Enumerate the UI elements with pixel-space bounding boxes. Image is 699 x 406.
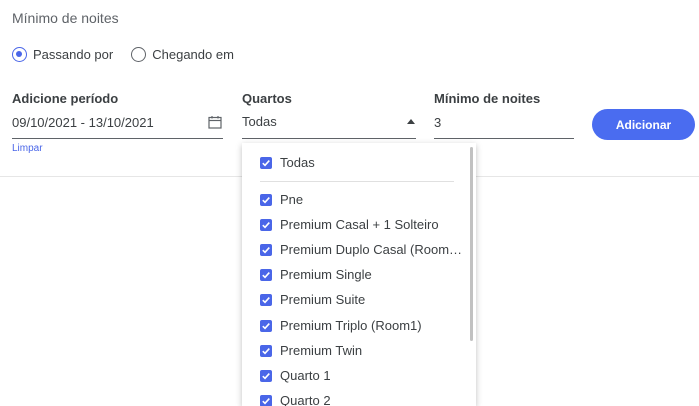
option-label: Premium Duplo Casal (Room… [280, 242, 463, 257]
dropdown-scrollbar[interactable] [470, 147, 473, 341]
option-label: Premium Twin [280, 343, 363, 358]
period-input[interactable]: 09/10/2021 - 13/10/2021 [12, 115, 154, 130]
section-title: Mínimo de noites [12, 10, 119, 26]
checkbox-checked-icon [260, 394, 272, 406]
period-underline [12, 138, 223, 139]
min-nights-label: Mínimo de noites [434, 91, 541, 106]
min-nights-underline [434, 138, 574, 139]
rooms-label: Quartos [242, 91, 292, 106]
dropdown-option-all[interactable]: Todas [260, 155, 315, 170]
checkbox-checked-icon [260, 268, 272, 281]
period-label: Adicione período [12, 91, 119, 106]
checkbox-checked-icon [260, 319, 272, 332]
option-label: Premium Suite [280, 292, 366, 307]
radio-passando-por[interactable]: Passando por [12, 47, 113, 62]
calendar-icon[interactable] [208, 115, 222, 129]
dropdown-option[interactable]: Premium Single [260, 267, 372, 282]
caret-up-icon[interactable] [407, 119, 415, 124]
checkbox-checked-icon [260, 193, 272, 206]
option-label: Quarto 1 [280, 368, 331, 383]
dropdown-option[interactable]: Quarto 2 [260, 393, 331, 406]
dropdown-option[interactable]: Premium Triplo (Room1) [260, 318, 422, 333]
rooms-select[interactable]: Todas [242, 114, 277, 129]
checkbox-checked-icon [260, 369, 272, 382]
checkbox-checked-icon [260, 218, 272, 231]
radio-label: Chegando em [152, 47, 234, 62]
add-button[interactable]: Adicionar [592, 109, 695, 140]
option-label: Pne [280, 192, 304, 207]
radio-chegando-em[interactable]: Chegando em [131, 47, 234, 62]
dropdown-option[interactable]: Premium Duplo Casal (Room… [260, 242, 462, 257]
arrival-mode-radio-group: Passando por Chegando em [12, 47, 252, 62]
dropdown-option[interactable]: Premium Suite [260, 292, 365, 307]
checkbox-checked-icon [260, 156, 272, 169]
checkbox-checked-icon [260, 293, 272, 306]
rooms-dropdown: Todas Pne Premium Casal + 1 Solteiro Pre… [242, 143, 476, 406]
radio-label: Passando por [33, 47, 114, 62]
option-label: Premium Triplo (Room1) [280, 318, 422, 333]
option-label: Todas [280, 155, 315, 170]
dropdown-option[interactable]: Premium Twin [260, 343, 362, 358]
dropdown-option[interactable]: Premium Casal + 1 Solteiro [260, 217, 439, 232]
checkbox-checked-icon [260, 344, 272, 357]
dropdown-option[interactable]: Quarto 1 [260, 368, 331, 383]
option-label: Quarto 2 [280, 393, 331, 406]
min-nights-input[interactable]: 3 [434, 115, 441, 130]
dropdown-separator [260, 181, 454, 182]
option-label: Premium Single [280, 267, 372, 282]
dropdown-option[interactable]: Pne [260, 192, 303, 207]
radio-unchecked-icon [131, 47, 147, 62]
checkbox-checked-icon [260, 243, 272, 256]
rooms-underline [242, 138, 416, 139]
clear-period-link[interactable]: Limpar [12, 143, 43, 154]
radio-checked-icon [12, 47, 27, 62]
option-label: Premium Casal + 1 Solteiro [280, 217, 439, 232]
